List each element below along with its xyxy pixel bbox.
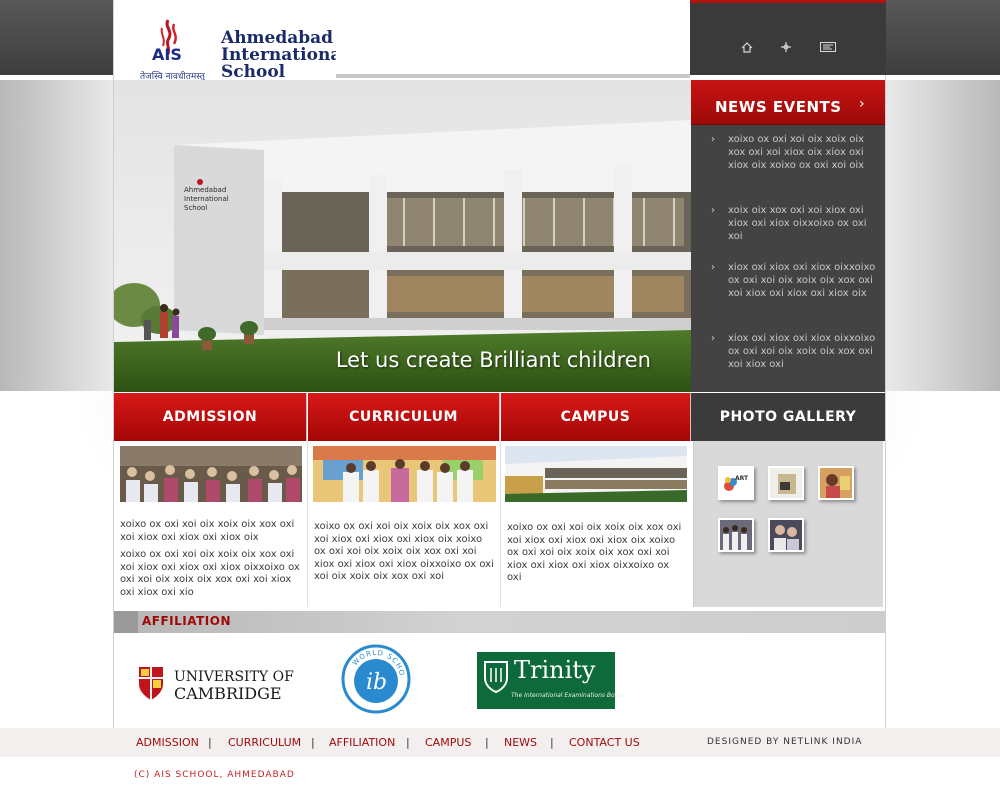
contact-icon[interactable] (820, 39, 836, 55)
curriculum-photo[interactable] (313, 446, 496, 502)
campus-photo[interactable] (505, 446, 687, 502)
gallery-thumbnail[interactable]: ART (718, 466, 754, 500)
news-item[interactable]: › xoixo ox oxi xoi oix xoix oix xox oxi … (711, 133, 879, 172)
news-item-text: xoixo ox oxi xoi oix xoix oix xox oxi xo… (728, 134, 865, 171)
news-events-header: NEWS EVENTS › (691, 80, 885, 125)
footer-separator: | (550, 736, 554, 749)
footer-link-affiliation[interactable]: AFFILIATION (329, 736, 395, 749)
trinity-logo[interactable]: Trinity The International Examinations B… (477, 652, 625, 709)
header-strip (336, 0, 690, 78)
svg-text:CAMBRIDGE: CAMBRIDGE (174, 684, 282, 703)
footer-separator: | (406, 736, 410, 749)
art-image: ART (724, 475, 749, 491)
affiliation-title: AFFILIATION (142, 614, 232, 628)
news-item[interactable]: › xoix oix xox oxi xoi xiox oxi xiox oxi… (711, 204, 879, 243)
admission-photo[interactable] (120, 446, 302, 502)
column-divider (500, 441, 501, 607)
bullet-arrow-icon: › (711, 205, 715, 216)
news-item[interactable]: › xiox oxi xiox oxi xiox oixxoixo ox oxi… (711, 332, 879, 371)
footer-link-contact-us[interactable]: CONTACT US (569, 736, 640, 749)
footer-link-campus[interactable]: CAMPUS (425, 736, 471, 749)
tab-photo-gallery[interactable]: PHOTO GALLERY (691, 393, 885, 441)
school-name-line3: School (221, 62, 286, 82)
column-divider (307, 441, 308, 607)
footer-link-news[interactable]: NEWS (504, 736, 537, 749)
admission-paragraph-1: xoixo ox oxi xoi oix xoix oix xox oxi xo… (120, 519, 295, 543)
tab-curriculum[interactable]: CURRICULUM (308, 393, 500, 441)
school-building-illustration: Ahmedabad International School (114, 80, 691, 392)
campus-text: xoixo ox oxi xoi oix xoix oix xox oxi xo… (507, 522, 682, 583)
page: AIS तेजस्वि नावधीतमस्तु Ahmedabad Intern… (0, 0, 1000, 800)
footer-link-curriculum[interactable]: CURRICULUM (228, 736, 301, 749)
top-right-panel (690, 0, 886, 75)
tab-campus[interactable]: CAMPUS (501, 393, 691, 441)
sitemap-icon[interactable] (778, 39, 794, 55)
hero-caption: Let us create Brilliant children (335, 348, 651, 372)
news-item[interactable]: › xiox oxi xiox oxi xiox oixxoixo ox oxi… (711, 261, 879, 300)
footer-link-admission[interactable]: ADMISSION (136, 736, 199, 749)
photo-gallery-panel: ART (693, 441, 883, 607)
trinity-crest-icon (484, 661, 508, 694)
svg-text:ib: ib (366, 670, 387, 695)
news-item-text: xiox oxi xiox oxi xiox oixxoixo ox oxi x… (728, 333, 876, 370)
copyright: (C) AIS SCHOOL, AHMEDABAD (134, 770, 295, 780)
gallery-thumbnail[interactable] (718, 518, 754, 552)
svg-text:Ahmedabad: Ahmedabad (184, 186, 226, 194)
trinity-name: Trinity (514, 656, 596, 684)
chevron-right-icon[interactable]: › (859, 96, 865, 112)
news-events-title: NEWS EVENTS (715, 98, 842, 116)
home-icon[interactable] (739, 39, 755, 55)
footer-separator: | (485, 736, 489, 749)
news-events-panel: NEWS EVENTS › › xoixo ox oxi xoi oix xoi… (691, 80, 885, 392)
cambridge-logo[interactable]: UNIVERSITY OF CAMBRIDGE (137, 664, 297, 704)
news-item-text: xoix oix xox oxi xoi xiox oxi xiox oxi x… (728, 205, 867, 242)
gallery-thumbnail[interactable] (818, 466, 854, 500)
bullet-arrow-icon: › (711, 333, 715, 344)
admission-paragraph-2: xoixo ox oxi xoi oix xoix oix xox oxi xo… (120, 549, 300, 598)
designed-by: DESIGNED BY NETLINK INDIA (707, 737, 863, 747)
bullet-arrow-icon: › (711, 134, 715, 145)
news-item-text: xiox oxi xiox oxi xiox oixxoixo ox oxi x… (728, 262, 876, 299)
ib-world-school-logo[interactable]: ib WORLD SCHOOL (337, 637, 412, 715)
svg-text:AIS: AIS (152, 45, 182, 64)
school-name: Ahmedabad International School (221, 30, 348, 81)
gallery-thumbnail[interactable] (768, 466, 804, 500)
svg-text:School: School (184, 204, 207, 212)
admission-text: xoixo ox oxi xoi oix xoix oix xox oxi xo… (120, 519, 302, 599)
svg-text:ART: ART (735, 475, 749, 482)
bullet-arrow-icon: › (711, 262, 715, 273)
trinity-subtitle: The International Examinations Board (511, 692, 625, 699)
tab-admission[interactable]: ADMISSION (114, 393, 307, 441)
footer-separator: | (208, 736, 212, 749)
svg-text:International: International (184, 195, 229, 203)
footer-separator: | (311, 736, 315, 749)
gallery-thumbnail[interactable] (768, 518, 804, 552)
curriculum-text: xoixo ox oxi xoi oix xoix oix xox oxi xo… (314, 521, 494, 582)
svg-text:UNIVERSITY OF: UNIVERSITY OF (174, 669, 294, 685)
hero-banner: Ahmedabad International School Let us cr… (114, 80, 691, 392)
